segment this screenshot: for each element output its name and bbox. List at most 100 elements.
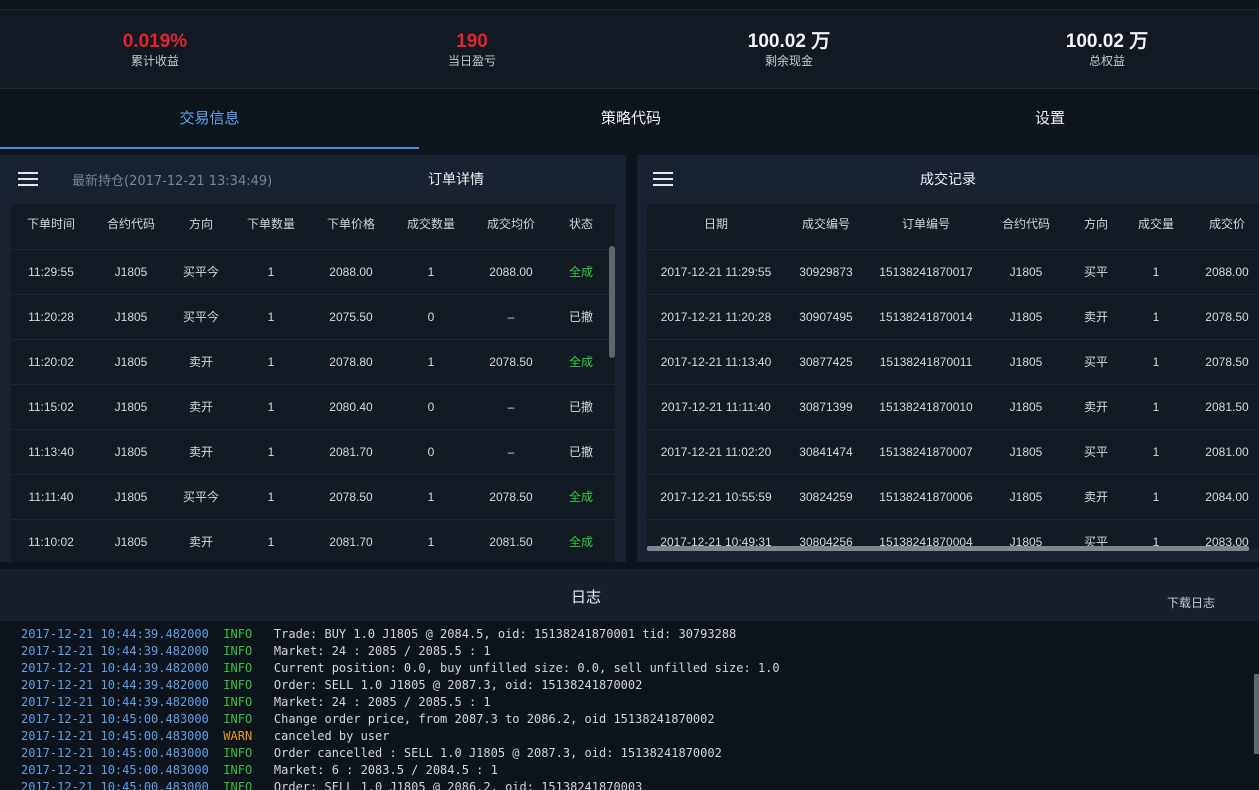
table-cell: 1 [1152, 535, 1160, 548]
log-message: Order: SELL 1.0 J1805 @ 2086.2, oid: 151… [273, 780, 643, 790]
table-cell: 2084.00 [1205, 490, 1249, 504]
log-message: Market: 24 : 2085 / 2085.5 : 1 [273, 644, 491, 658]
log-message: Order cancelled : SELL 1.0 J1805 @ 2087.… [273, 746, 722, 760]
column-header[interactable]: 成交编号 [786, 204, 866, 244]
tab-settings[interactable]: 设置 [841, 89, 1259, 149]
table-cell: 买平今 [182, 490, 219, 504]
table-cell: 2017-12-21 11:20:28 [660, 310, 772, 324]
table-row[interactable]: 2017-12-21 11:02:20 30841474 1513824187000… [647, 429, 1259, 474]
table-cell: 0 [427, 400, 435, 414]
log-line: 2017-12-21 10:44:39.482000 INFO Market: … [21, 643, 491, 660]
log-level: INFO [223, 678, 253, 692]
table-row[interactable]: 11:29:55 J1805 买平今 1 2088.00 1 2088.00 全成 [11, 249, 615, 294]
column-header[interactable]: 下单数量 [236, 204, 306, 244]
table-cell: 15138241870011 [879, 355, 973, 369]
table-row[interactable]: 11:20:02 J1805 卖开 1 2078.80 1 2078.50 全成 [11, 339, 615, 384]
table-header: 日期 成交编号 订单编号 合约代码 方向 成交量 成交价 [647, 204, 1259, 249]
column-header[interactable]: 合约代码 [986, 204, 1066, 244]
table-cell: 2081.00 [1205, 445, 1249, 459]
table-cell: 全成 [568, 265, 593, 279]
total-equity-stat: 100.02 万 总权益 [1007, 32, 1207, 69]
table-cell: 2017-12-21 10:55:59 [660, 490, 772, 504]
column-header[interactable]: 合约代码 [96, 204, 166, 244]
column-header[interactable]: 成交数量 [396, 204, 466, 244]
menu-icon[interactable] [653, 172, 673, 186]
column-header[interactable]: 方向 [1068, 204, 1124, 244]
table-cell: 11:29:55 [28, 265, 74, 279]
table-cell: J1805 [114, 310, 148, 324]
table-cell: 卖开 [1083, 400, 1108, 414]
table-row[interactable]: 2017-12-21 11:13:40 30877425 1513824187001… [647, 339, 1259, 384]
table-cell: 15138241870014 [879, 310, 973, 324]
stat-label: 当日盈亏 [447, 54, 496, 68]
table-row[interactable]: 2017-12-21 10:49:31 30804256 1513824187000… [647, 519, 1259, 548]
table-row[interactable]: 11:11:40 J1805 买平今 1 2078.50 1 2078.50 全成 [11, 474, 615, 519]
table-row[interactable]: 11:15:02 J1805 卖开 1 2080.40 0 – 已撤 [11, 384, 615, 429]
table-row[interactable]: 11:20:28 J1805 买平今 1 2075.50 0 – 已撤 [11, 294, 615, 339]
log-output: 2017-12-21 10:44:39.482000 INFO Trade: B… [0, 626, 1252, 790]
log-level: INFO [223, 712, 253, 726]
tab-trade-info[interactable]: 交易信息 [0, 89, 419, 149]
column-header[interactable]: 成交价 [1195, 204, 1259, 244]
latest-position-label[interactable]: 最新持仓(2017-12-21 13:34:49) [72, 170, 272, 189]
log-timestamp: 2017-12-21 10:44:39.482000 [21, 627, 209, 641]
table-cell: 全成 [568, 490, 593, 504]
table-cell: 买平 [1083, 535, 1108, 548]
table-cell: 11:13:40 [28, 445, 74, 459]
table-cell: 2078.50 [329, 490, 373, 504]
table-row[interactable]: 11:10:02 J1805 卖开 1 2081.70 1 2081.50 全成 [11, 519, 615, 562]
log-level: INFO [223, 746, 253, 760]
table-cell: 15138241870007 [879, 445, 973, 459]
menu-icon[interactable] [18, 172, 38, 186]
column-header[interactable]: 下单时间 [14, 204, 88, 244]
table-row[interactable]: 2017-12-21 10:55:59 30824259 1513824187000… [647, 474, 1259, 519]
column-header[interactable]: 下单价格 [313, 204, 389, 244]
table-cell: 2078.50 [489, 355, 533, 369]
table-cell: 2081.50 [1205, 400, 1249, 414]
column-header[interactable]: 成交量 [1128, 204, 1184, 244]
column-header[interactable]: 方向 [168, 204, 234, 244]
stat-label: 总权益 [1088, 54, 1125, 68]
log-timestamp: 2017-12-21 10:44:39.482000 [21, 661, 209, 675]
log-timestamp: 2017-12-21 10:44:39.482000 [21, 678, 209, 692]
log-message: Trade: BUY 1.0 J1805 @ 2084.5, oid: 1513… [273, 627, 737, 641]
table-cell: 2017-12-21 10:49:31 [660, 535, 772, 548]
table-cell: J1805 [114, 490, 148, 504]
table-cell: 2078.50 [1205, 310, 1249, 324]
vertical-scrollbar[interactable] [609, 246, 615, 358]
column-header[interactable]: 状态 [556, 204, 606, 244]
column-header[interactable]: 日期 [647, 204, 786, 244]
table-cell: 1 [1152, 400, 1160, 414]
log-line: 2017-12-21 10:44:39.482000 INFO Trade: B… [21, 626, 736, 643]
table-row[interactable]: 2017-12-21 11:29:55 30929873 1513824187001… [647, 249, 1259, 294]
column-header[interactable]: 成交均价 [473, 204, 549, 244]
table-cell: 1 [427, 265, 435, 279]
table-cell: J1805 [114, 445, 148, 459]
table-cell: 2080.40 [329, 400, 373, 414]
table-cell: 11:15:02 [28, 400, 74, 414]
table-cell: 0 [427, 445, 435, 459]
stat-value: 100.02 万 [747, 31, 831, 52]
table-row[interactable]: 11:13:40 J1805 卖开 1 2081.70 0 – 已撤 [11, 429, 615, 474]
table-cell: 2078.80 [329, 355, 373, 369]
table-cell: – [507, 400, 515, 414]
table-row[interactable]: 2017-12-21 11:20:28 30907495 1513824187001… [647, 294, 1259, 339]
available-cash-stat: 100.02 万 剩余现金 [689, 32, 889, 69]
log-panel: 日志 下载日志 2017-12-21 10:44:39.482000 INFO … [0, 570, 1259, 790]
table-cell: 30907495 [799, 310, 853, 324]
column-header[interactable]: 订单编号 [871, 204, 981, 244]
horizontal-scrollbar[interactable] [647, 546, 1249, 551]
orders-table: 下单时间 合约代码 方向 下单数量 下单价格 成交数量 成交均价 状态 11:29:55 J18… [11, 204, 615, 562]
download-log-button[interactable]: 下载日志 [1167, 594, 1215, 611]
table-row[interactable]: 2017-12-21 11:11:40 30871399 1513824187001… [647, 384, 1259, 429]
log-level: INFO [223, 661, 253, 675]
table-cell: 卖开 [188, 400, 213, 414]
log-timestamp: 2017-12-21 10:44:39.482000 [21, 695, 209, 709]
tab-strategy-code[interactable]: 策略代码 [421, 89, 841, 149]
table-cell: 2088.00 [1205, 265, 1249, 279]
stat-label: 剩余现金 [764, 54, 813, 68]
log-scrollbar[interactable] [1254, 674, 1259, 754]
table-cell: J1805 [114, 400, 148, 414]
log-level: INFO [223, 627, 253, 641]
log-header: 日志 下载日志 [0, 571, 1259, 621]
